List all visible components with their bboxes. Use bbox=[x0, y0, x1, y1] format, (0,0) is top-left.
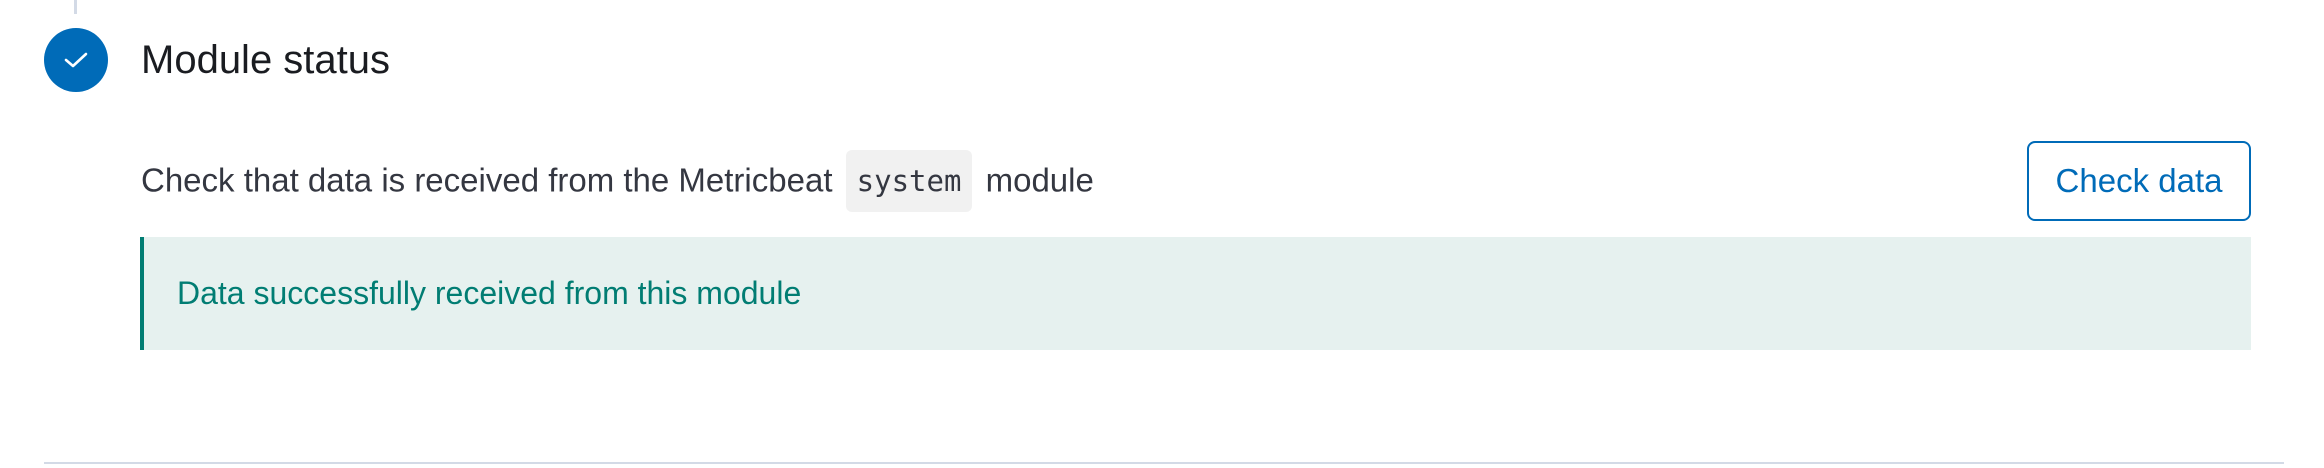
step-title: Module status bbox=[141, 38, 391, 82]
module-status-step: Module status Check that data is receive… bbox=[0, 0, 2324, 468]
description-prefix: Check that data is received from the Met… bbox=[141, 161, 833, 199]
section-divider bbox=[44, 462, 2284, 464]
check-data-button[interactable]: Check data bbox=[2027, 141, 2251, 221]
step-description: Check that data is received from the Met… bbox=[141, 150, 1094, 214]
step-connector-line bbox=[74, 0, 77, 14]
success-message: Data successfully received from this mod… bbox=[177, 275, 802, 311]
success-callout: Data successfully received from this mod… bbox=[140, 237, 2251, 350]
description-suffix: module bbox=[985, 161, 1094, 199]
step-complete-indicator bbox=[44, 28, 108, 92]
check-icon bbox=[63, 50, 89, 70]
module-code: system bbox=[845, 150, 973, 212]
